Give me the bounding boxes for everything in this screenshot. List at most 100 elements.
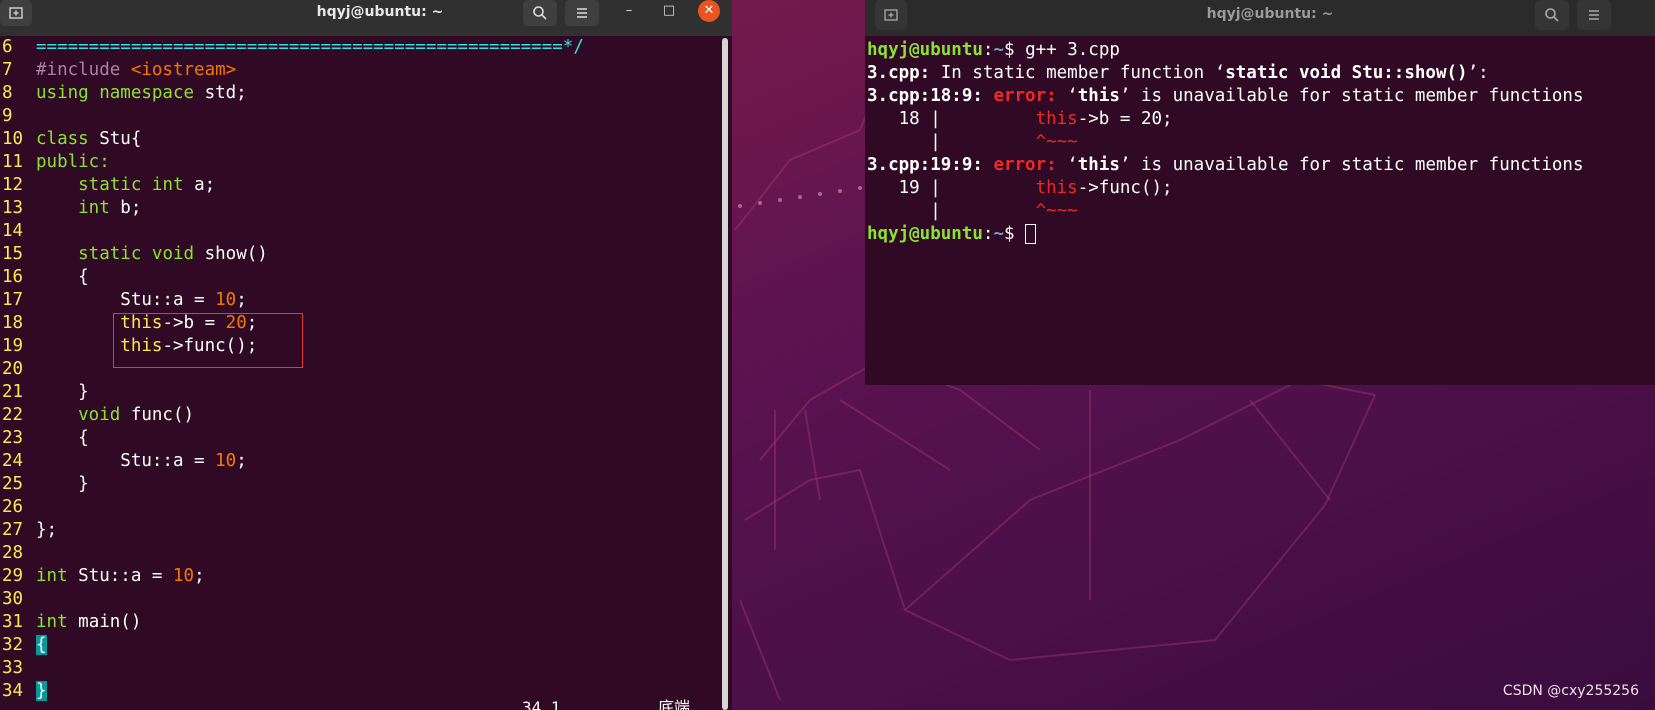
right-titlebar[interactable]: hqyj@ubuntu: ~ <box>865 0 1655 36</box>
code-token: ; <box>236 290 247 310</box>
vim-editor[interactable]: 6 =======================================… <box>0 36 724 710</box>
line-number: 24 <box>2 451 24 471</box>
code-token: class <box>36 129 100 149</box>
terminal-token: ^~~~ <box>1035 132 1078 152</box>
line-number: 30 <box>2 589 24 609</box>
code-token: { <box>36 428 89 448</box>
terminal-token: : <box>982 224 994 244</box>
terminal-token: this <box>1035 109 1078 129</box>
code-text: static void show() <box>36 243 268 266</box>
code-token: func() <box>130 405 195 425</box>
code-token: show() <box>204 244 268 264</box>
code-line: 10 class Stu{ <box>0 128 141 151</box>
new-tab-icon <box>884 9 898 21</box>
close-button[interactable]: ✕ <box>698 0 720 22</box>
code-token: using <box>36 83 100 103</box>
code-text: { <box>36 266 89 289</box>
code-text: } <box>36 473 89 496</box>
hamburger-menu-icon <box>1589 10 1599 20</box>
line-number: 7 <box>2 60 13 80</box>
code-token: Stu::a = <box>78 566 173 586</box>
code-text: }; <box>36 519 57 542</box>
code-text: #include <iostream> <box>36 59 236 82</box>
code-line: 33 <box>0 657 36 680</box>
search-button[interactable] <box>523 0 557 26</box>
code-text: Stu::a = 10; <box>36 450 246 473</box>
terminal-token: 19 | <box>867 178 1036 198</box>
minimize-button[interactable]: – <box>617 0 641 22</box>
terminal-token: $ g++ 3.cpp <box>1004 40 1120 60</box>
code-token: Stu{ <box>99 129 142 149</box>
code-line: 27}; <box>0 519 57 542</box>
code-token: namespace <box>99 83 205 103</box>
terminal-line: | ^~~~ <box>867 200 1078 223</box>
code-token: b; <box>120 198 142 218</box>
code-token: public: <box>36 152 110 172</box>
terminal-token: this <box>1077 155 1120 175</box>
vim-terminal-window[interactable]: hqyj@ubuntu: ~ – □ ✕ 6 ==================… <box>0 0 732 710</box>
terminal-line: hqyj@ubuntu:~$ g++ 3.cpp <box>867 39 1120 62</box>
terminal-token: hqyj@ubuntu <box>867 40 983 60</box>
code-text: using namespace std; <box>36 82 247 105</box>
code-token: { <box>36 635 47 655</box>
window-title: hqyj@ubuntu: ~ <box>1206 6 1334 22</box>
highlight-annotation-box <box>113 313 303 368</box>
code-line: 20 <box>0 358 36 381</box>
line-number: 18 <box>2 313 24 333</box>
window-title: hqyj@ubuntu: ~ <box>316 4 444 20</box>
terminal-line: hqyj@ubuntu:~$ <box>867 223 1037 246</box>
code-token: <iostream> <box>130 60 237 80</box>
terminal-token: 18 | <box>867 109 1036 129</box>
code-token: std; <box>204 83 247 103</box>
shell-terminal-window[interactable]: hqyj@ubuntu: ~ hqyj@ubuntu:~$ g++ 3.cpp 3… <box>865 0 1655 385</box>
code-line: 7 #include <iostream> <box>0 59 236 82</box>
code-line: 17 Stu::a = 10; <box>0 289 247 312</box>
code-token: int <box>36 612 79 632</box>
code-token: 10 <box>215 451 237 471</box>
scrollbar[interactable] <box>722 38 728 710</box>
line-number: 14 <box>2 221 24 241</box>
code-line: 14 <box>0 220 36 243</box>
code-token: ; <box>194 566 205 586</box>
line-number: 33 <box>2 658 24 678</box>
new-tab-icon <box>9 7 23 19</box>
line-number: 16 <box>2 267 24 287</box>
code-token: Stu::a = <box>36 451 216 471</box>
code-line: 26 <box>0 496 36 519</box>
code-token: int <box>151 175 195 195</box>
code-text: Stu::a = 10; <box>36 289 247 312</box>
line-number: 10 <box>2 129 24 149</box>
menu-button[interactable] <box>1577 0 1611 30</box>
code-text: int main() <box>36 611 141 634</box>
code-line: 12 static int a; <box>0 174 215 197</box>
line-number: 11 <box>2 152 24 172</box>
code-token: main() <box>78 612 142 632</box>
code-line: 22 void func() <box>0 404 194 427</box>
code-line: 29 int Stu::a = 10; <box>0 565 205 588</box>
line-number: 29 <box>2 566 24 586</box>
line-number: 19 <box>2 336 24 356</box>
code-token: Stu::a = <box>36 290 216 310</box>
code-token: { <box>36 267 89 287</box>
line-number: 21 <box>2 382 24 402</box>
new-tab-button[interactable] <box>0 0 32 26</box>
terminal-line: 18 | this->b = 20; <box>867 108 1173 131</box>
code-token: void <box>151 244 205 264</box>
code-token: 10 <box>215 290 237 310</box>
terminal-line: 3.cpp:19:9: error: ‘this’ is unavailable… <box>867 154 1584 177</box>
line-number: 22 <box>2 405 24 425</box>
line-number: 34 <box>2 681 24 701</box>
code-text: int b; <box>36 197 141 220</box>
terminal-token: ->b = 20; <box>1077 109 1173 129</box>
maximize-button[interactable]: □ <box>657 0 681 22</box>
code-token: #include <box>36 60 131 80</box>
new-tab-button[interactable] <box>875 0 907 30</box>
menu-button[interactable] <box>565 0 599 26</box>
code-text: int Stu::a = 10; <box>36 565 205 588</box>
terminal-token: ‘ <box>1067 155 1078 175</box>
code-token: a; <box>194 175 216 195</box>
terminal-line: 3.cpp: In static member function ‘static… <box>867 62 1489 85</box>
search-button[interactable] <box>1535 0 1569 30</box>
left-titlebar[interactable]: hqyj@ubuntu: ~ – □ ✕ <box>0 0 732 36</box>
